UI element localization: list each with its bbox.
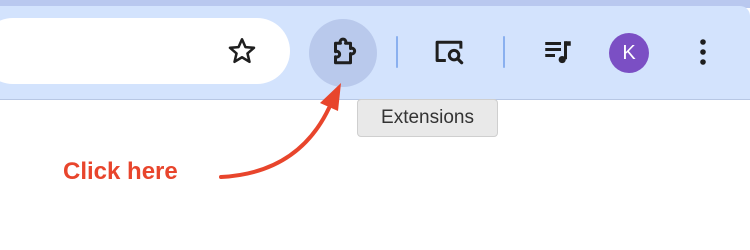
annotation-label: Click here [63, 158, 178, 185]
annotation-arrow [219, 83, 341, 179]
